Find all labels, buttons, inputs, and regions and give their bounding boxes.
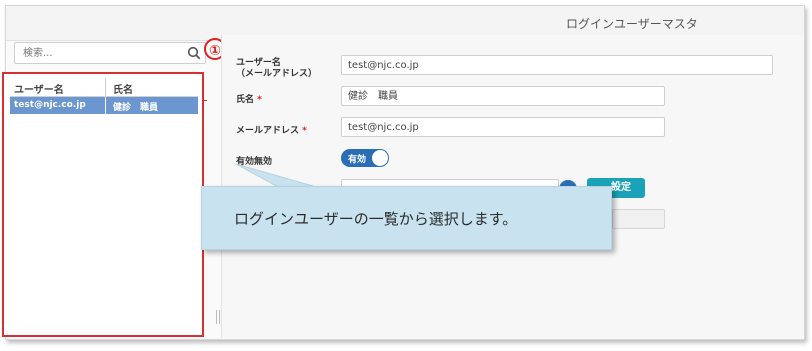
username-label-sub: （メールアドレス）: [236, 69, 318, 79]
name-field[interactable]: 健診 職員: [341, 86, 665, 106]
email-label-text: メールアドレス: [236, 126, 300, 136]
username-field[interactable]: test@njc.co.jp: [341, 55, 773, 75]
settings-button-label: 設定: [611, 182, 631, 193]
page-title: ログインユーザーマスタ: [566, 17, 698, 31]
column-header-name[interactable]: 氏名: [113, 81, 133, 96]
list-header: ユーザー名 氏名: [10, 78, 198, 97]
name-label-text: 氏名: [236, 95, 255, 105]
row-username: test@njc.co.jp: [14, 100, 86, 110]
user-list: ユーザー名 氏名 test@njc.co.jp 健診 職員: [2, 72, 204, 337]
callout-text: ログインユーザーの一覧から選択します。: [234, 210, 518, 228]
highlight-marker: [203, 100, 207, 101]
active-label: 有効無効: [236, 157, 273, 167]
column-header-username[interactable]: ユーザー名: [14, 81, 64, 96]
toggle-label: 有効: [348, 155, 367, 165]
search-box[interactable]: [14, 42, 206, 64]
required-mark: *: [302, 126, 307, 136]
email-label: メールアドレス *: [236, 123, 307, 136]
search-input[interactable]: [21, 45, 185, 62]
column-divider: [105, 97, 106, 114]
column-divider: [105, 78, 106, 96]
email-field[interactable]: test@njc.co.jp: [341, 117, 665, 137]
required-mark: *: [257, 95, 262, 105]
table-row[interactable]: test@njc.co.jp 健診 職員: [10, 97, 198, 114]
active-toggle[interactable]: 有効: [341, 149, 389, 167]
name-label: 氏名 *: [236, 92, 262, 105]
toggle-knob: [372, 150, 388, 166]
search-icon[interactable]: [187, 46, 201, 60]
panel-splitter[interactable]: [216, 310, 220, 324]
disabled-field: [612, 209, 665, 229]
row-name: 健診 職員: [113, 103, 159, 113]
instruction-callout: ログインユーザーの一覧から選択します。: [201, 186, 612, 250]
